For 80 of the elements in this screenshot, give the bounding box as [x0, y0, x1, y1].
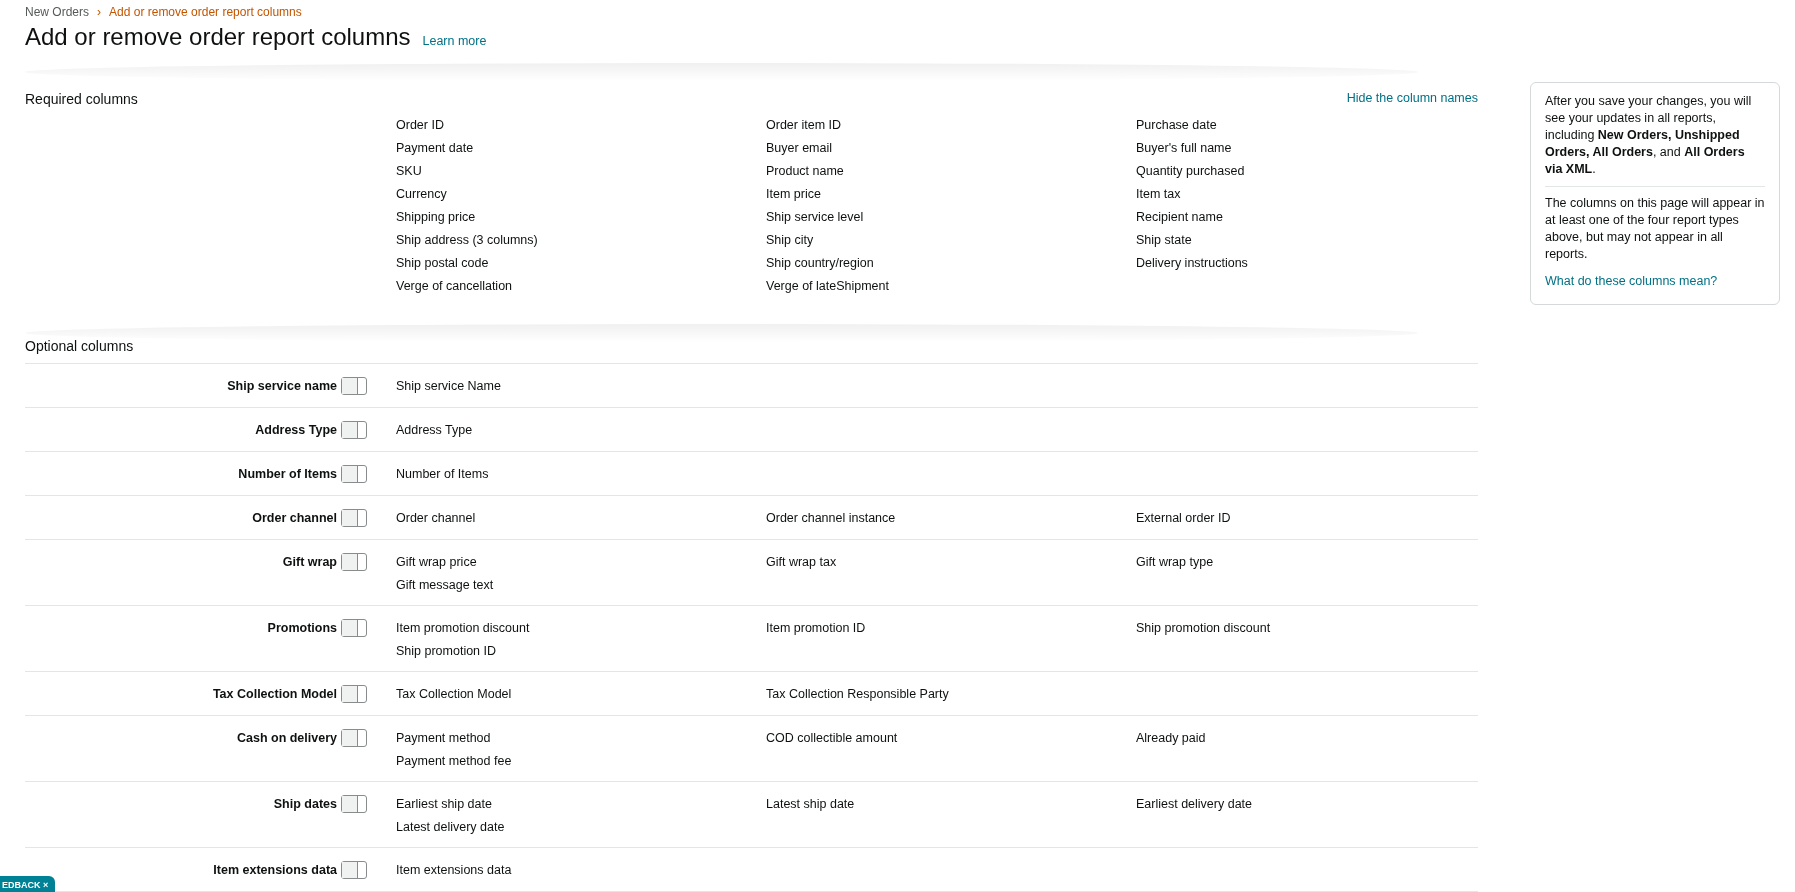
column-name: Buyer email — [766, 140, 833, 156]
column-name: Product name — [766, 163, 845, 179]
column-name: Payment date — [396, 140, 475, 156]
hide-column-names-link[interactable]: Hide the column names — [1346, 91, 1478, 107]
column-name: Tax Collection Responsible Party — [766, 686, 950, 703]
column-name: SKU — [396, 163, 423, 179]
columns-help-link[interactable]: What do these columns mean? — [1545, 273, 1765, 290]
column-name: Gift wrap tax — [766, 554, 838, 570]
toggle-switch[interactable] — [341, 465, 367, 483]
column-name: Ship service level — [766, 209, 865, 225]
breadcrumb-link[interactable]: Add or remove order report columns — [109, 5, 302, 19]
column-name: Earliest ship date — [396, 796, 493, 812]
group-label: Tax Collection Model — [212, 686, 337, 703]
toggle-switch[interactable] — [341, 509, 367, 527]
column-name: Address Type — [396, 422, 474, 439]
group-label: Number of Items — [238, 466, 337, 483]
toggle-switch[interactable] — [341, 553, 367, 571]
column-name: Ship postal code — [396, 255, 490, 271]
breadcrumb-separator: › — [97, 5, 101, 19]
toggle-switch[interactable] — [341, 795, 367, 813]
column-name: Already paid — [1136, 730, 1207, 746]
column-name: Order channel — [396, 510, 477, 527]
group-label: Address Type — [255, 422, 337, 439]
toggle-switch[interactable] — [341, 377, 367, 395]
column-name: Ship state — [1136, 232, 1193, 248]
group-label: Gift wrap — [282, 554, 337, 571]
column-name: Purchase date — [1136, 117, 1218, 133]
column-name: Payment method fee — [396, 753, 513, 769]
column-name: Item promotion discount — [396, 620, 531, 636]
column-name: Recipient name — [1136, 209, 1224, 225]
column-name: Number of Items — [396, 466, 490, 483]
column-name: Item extensions data — [396, 862, 513, 879]
column-name: Ship service Name — [396, 378, 502, 395]
toggle-switch[interactable] — [341, 729, 367, 747]
group-label: Item extensions data — [213, 862, 337, 879]
column-name: Gift message text — [396, 577, 495, 593]
toggle-switch[interactable] — [341, 861, 367, 879]
column-name: Delivery instructions — [1136, 255, 1249, 271]
column-name: Order channel instance — [766, 510, 897, 527]
group-label: Ship service name — [227, 378, 337, 395]
column-name: Verge of cancellation — [396, 278, 514, 294]
group-label: Order channel — [252, 510, 337, 527]
column-name: Shipping price — [396, 209, 477, 225]
column-name: Gift wrap type — [1136, 554, 1215, 570]
column-name: Item promotion ID — [766, 620, 867, 636]
info-text: After you save your changes, you will see your updates in all reports, including New Orders, Unshipped Orders, All Orders, and All Orders via XML. — [1545, 93, 1753, 178]
toggle-switch[interactable] — [341, 685, 367, 703]
column-name: Verge of lateShipment — [766, 278, 890, 294]
feedback-button[interactable]: EDBACK × — [0, 876, 56, 892]
column-name: COD collectible amount — [766, 730, 899, 746]
group-label: Cash on delivery — [236, 730, 337, 747]
column-name: Item price — [766, 186, 822, 202]
column-name: Latest ship date — [766, 796, 856, 812]
column-name: Earliest delivery date — [1136, 796, 1254, 812]
column-name: External order ID — [1136, 510, 1232, 527]
toggle-switch[interactable] — [341, 619, 367, 637]
column-name: Ship city — [766, 232, 815, 248]
toggle-switch[interactable] — [341, 421, 367, 439]
column-name: Payment method — [396, 730, 492, 746]
column-name: Tax Collection Model — [396, 686, 513, 703]
section-heading: Optional columns — [25, 338, 1478, 364]
column-name: Ship promotion discount — [1136, 620, 1272, 636]
column-name: Gift wrap price — [396, 554, 478, 570]
column-name: Ship promotion ID — [396, 643, 498, 659]
column-name: Currency — [396, 186, 448, 202]
group-label: Ship dates — [273, 796, 337, 813]
column-name: Ship address (3 columns) — [396, 232, 539, 248]
info-text: The columns on this page will appear in at least one of the four report types above, but may not appear in all reports. — [1545, 195, 1765, 263]
column-name: Quantity purchased — [1136, 163, 1246, 179]
column-name: Order item ID — [766, 117, 842, 133]
column-name: Order ID — [396, 117, 445, 133]
group-label: Promotions — [267, 620, 337, 637]
column-name: Item tax — [1136, 186, 1182, 202]
section-heading: Required columns — [25, 91, 138, 107]
column-name: Buyer's full name — [1136, 140, 1233, 156]
learn-more-link[interactable]: Learn more — [422, 34, 487, 48]
page-title: Add or remove order report columns — [25, 23, 411, 51]
column-name: Ship country/region — [766, 255, 875, 271]
breadcrumb-link[interactable]: New Orders — [25, 5, 89, 19]
column-name: Latest delivery date — [396, 819, 506, 835]
